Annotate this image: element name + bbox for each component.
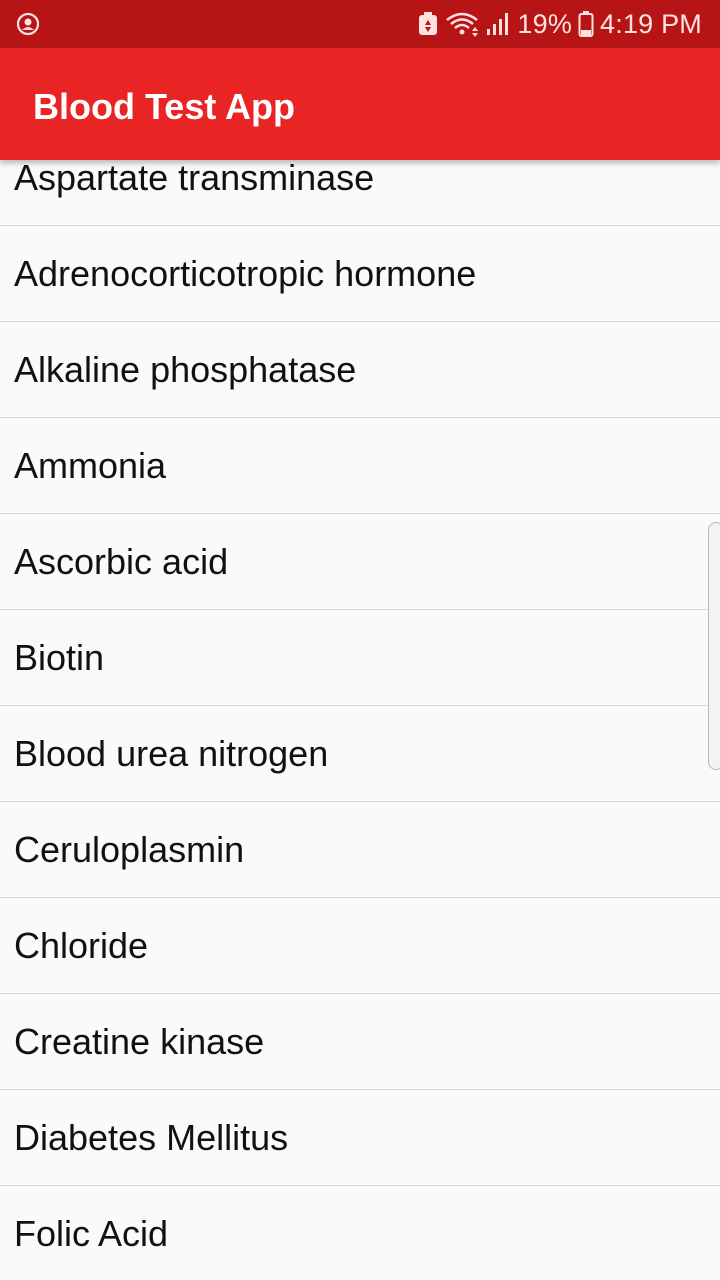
battery-percent: 19% <box>517 8 573 39</box>
list-item[interactable]: Folic Acid <box>0 1186 720 1280</box>
list-item-label: Chloride <box>14 924 149 966</box>
list-item[interactable]: Creatine kinase <box>0 994 720 1090</box>
list-item-label: Diabetes Mellitus <box>14 1116 289 1158</box>
list-item-label: Aspartate transminase <box>14 156 375 198</box>
signal-icon <box>485 11 511 37</box>
list-item-label: Ascorbic acid <box>14 540 229 582</box>
list-item-label: Ceruloplasmin <box>14 828 245 870</box>
list-item[interactable]: Blood urea nitrogen <box>0 706 720 802</box>
list-item-label: Ammonia <box>14 444 167 486</box>
list-item[interactable]: Ammonia <box>0 418 720 514</box>
list-item-label: Biotin <box>14 636 105 678</box>
account-circle-icon <box>16 12 40 36</box>
wifi-icon <box>445 11 479 37</box>
list-item[interactable]: Chloride <box>0 898 720 994</box>
battery-icon <box>578 10 594 38</box>
list-item-label: Folic Acid <box>14 1212 169 1254</box>
list-item[interactable]: Adrenocorticotropic hormone <box>0 226 720 322</box>
app-bar: Blood Test App <box>0 48 720 160</box>
list-item-label: Blood urea nitrogen <box>14 732 329 774</box>
battery-saver-icon <box>417 11 439 37</box>
app-title: Blood Test App <box>33 86 295 127</box>
list-item[interactable]: Ceruloplasmin <box>0 802 720 898</box>
list-item[interactable]: Biotin <box>0 610 720 706</box>
scrollbar-thumb[interactable] <box>708 522 720 770</box>
list-item-label: Alkaline phosphatase <box>14 348 357 390</box>
list-item[interactable]: Alkaline phosphatase <box>0 322 720 418</box>
blood-test-list[interactable]: Aspartate transminase Adrenocorticotropi… <box>0 130 720 1280</box>
list-item-label: Adrenocorticotropic hormone <box>14 252 477 294</box>
clock: 4:19 PM <box>600 8 702 39</box>
status-bar: 19% 4:19 PM <box>0 0 720 48</box>
list-item[interactable]: Diabetes Mellitus <box>0 1090 720 1186</box>
list-item[interactable]: Ascorbic acid <box>0 514 720 610</box>
list-item-label: Creatine kinase <box>14 1020 265 1062</box>
